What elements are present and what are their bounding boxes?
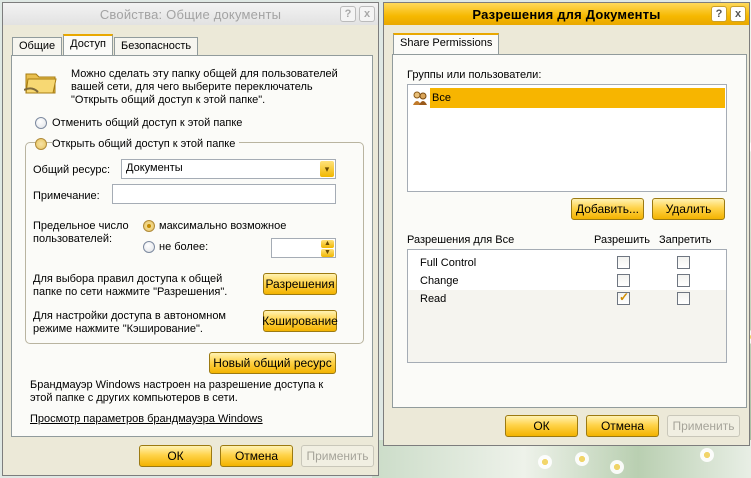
- tab-sharing[interactable]: Доступ: [63, 34, 113, 55]
- new-share-button[interactable]: Новый общий ресурс: [209, 352, 336, 374]
- permissions-header: Разрешения для Все: [407, 234, 515, 246]
- wallpaper-flower-icon: [610, 460, 624, 474]
- ok-button[interactable]: ОК: [139, 445, 212, 467]
- wallpaper-flower-icon: [538, 455, 552, 469]
- chevron-down-icon[interactable]: ▾: [320, 161, 334, 177]
- user-limit-label: Предельное число пользователей:: [33, 220, 129, 245]
- caching-info-text: Для настройки доступа в автономном режим…: [33, 310, 226, 335]
- share-radio-label[interactable]: Открыть общий доступ к этой папке: [52, 138, 240, 150]
- caching-button[interactable]: Кэширование: [262, 310, 338, 332]
- spin-up-icon[interactable]: ▲: [321, 240, 334, 248]
- wallpaper-flower-icon: [700, 448, 714, 462]
- share-name-select[interactable]: Документы ▾: [121, 159, 336, 179]
- spin-buttons[interactable]: ▲ ▼: [321, 240, 334, 258]
- max-users-radio[interactable]: [143, 220, 155, 232]
- change-deny-checkbox[interactable]: [677, 274, 690, 287]
- users-count-stepper[interactable]: ▲ ▼: [271, 238, 336, 258]
- properties-titlebar[interactable]: Свойства: Общие документы ? x: [3, 3, 378, 25]
- add-user-button[interactable]: Добавить...: [571, 198, 644, 220]
- firewall-settings-link[interactable]: Просмотр параметров брандмауэра Windows: [30, 413, 263, 425]
- permission-name: Read: [420, 293, 447, 305]
- permissions-table: Full Control Change Read: [407, 249, 727, 363]
- sharing-info-text: Можно сделать эту папку общей для пользо…: [71, 68, 338, 106]
- apply-button[interactable]: Применить: [301, 445, 374, 467]
- users-list[interactable]: Все: [407, 84, 727, 192]
- permissions-title: Разрешения для Документы: [472, 6, 661, 22]
- groups-label: Группы или пользователи:: [407, 69, 542, 81]
- sharing-tab-panel: Можно сделать эту папку общей для пользо…: [11, 55, 373, 437]
- allow-users-radio[interactable]: [143, 241, 155, 253]
- wallpaper-flower-icon: [575, 452, 589, 466]
- max-users-label[interactable]: максимально возможное: [159, 220, 286, 232]
- permission-name: Change: [420, 275, 459, 287]
- permission-name: Full Control: [420, 257, 477, 269]
- tab-security[interactable]: Безопасность: [113, 37, 199, 55]
- remove-user-button[interactable]: Удалить: [652, 198, 725, 220]
- read-allow-checkbox[interactable]: [617, 290, 630, 305]
- firewall-info-text: Брандмауэр Windows настроен на разрешени…: [30, 379, 324, 404]
- permissions-info-text: Для выбора правил доступа к общей папке …: [33, 273, 228, 298]
- tab-share-permissions[interactable]: Share Permissions: [393, 33, 500, 54]
- properties-dialog: Свойства: Общие документы ? x Общие Дост…: [2, 2, 379, 476]
- full-control-deny-checkbox[interactable]: [677, 256, 690, 269]
- help-icon[interactable]: ?: [340, 6, 356, 22]
- properties-tabs: Общие Доступ Безопасность: [12, 34, 199, 55]
- shared-folder-icon: [24, 73, 57, 94]
- cancel-button[interactable]: Отмена: [220, 445, 293, 467]
- comment-label: Примечание:: [33, 190, 100, 202]
- full-control-allow-checkbox[interactable]: [617, 256, 630, 269]
- share-permissions-panel: Группы или пользователи: Все Добавить...…: [392, 54, 747, 408]
- permissions-dialog: Разрешения для Документы ? x Share Permi…: [383, 2, 750, 446]
- list-item[interactable]: Все: [430, 88, 725, 108]
- close-icon[interactable]: x: [730, 6, 746, 22]
- deny-column-header: Запретить: [659, 234, 712, 246]
- users-group-icon: [413, 91, 427, 105]
- close-icon[interactable]: x: [359, 6, 375, 22]
- help-icon[interactable]: ?: [711, 6, 727, 22]
- unshare-radio[interactable]: [35, 117, 47, 129]
- share-name-value: Документы: [126, 162, 183, 174]
- spin-down-icon[interactable]: ▼: [321, 249, 334, 257]
- apply-button[interactable]: Применить: [667, 415, 740, 437]
- permissions-tabs: Share Permissions: [393, 33, 500, 54]
- user-name: Все: [432, 92, 451, 104]
- share-name-label: Общий ресурс:: [33, 164, 111, 176]
- tab-general[interactable]: Общие: [12, 37, 63, 55]
- allow-column-header: Разрешить: [594, 234, 650, 246]
- comment-field[interactable]: [112, 184, 336, 204]
- read-deny-checkbox[interactable]: [677, 292, 690, 305]
- permissions-button[interactable]: Разрешения: [263, 273, 337, 295]
- allow-users-label[interactable]: не более:: [159, 241, 208, 253]
- share-radio[interactable]: [35, 138, 47, 150]
- permissions-titlebar[interactable]: Разрешения для Документы ? x: [384, 3, 749, 25]
- unshare-radio-label[interactable]: Отменить общий доступ к этой папке: [52, 117, 242, 129]
- change-allow-checkbox[interactable]: [617, 274, 630, 287]
- properties-title: Свойства: Общие документы: [99, 6, 282, 22]
- ok-button[interactable]: ОК: [505, 415, 578, 437]
- cancel-button[interactable]: Отмена: [586, 415, 659, 437]
